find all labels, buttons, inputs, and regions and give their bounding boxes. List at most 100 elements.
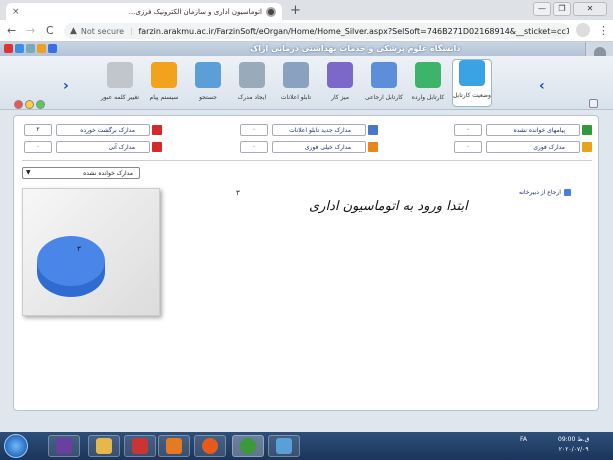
document-filter-select[interactable]: مدارک خوانده نشده ▼ bbox=[22, 167, 140, 179]
board-icon bbox=[368, 125, 378, 135]
desk-grid-icon bbox=[327, 62, 353, 88]
toolbar-label: تابلو اعلانات bbox=[280, 94, 312, 101]
toolbar-item-inbox[interactable]: کارتابل وارده bbox=[408, 62, 448, 108]
menu-dots-icon[interactable]: ⋮ bbox=[598, 24, 609, 37]
forward-button[interactable]: → bbox=[26, 24, 35, 37]
stat-returned-docs[interactable]: مدارک برگشت خورده ۲ bbox=[24, 124, 162, 136]
divider: | bbox=[130, 27, 133, 35]
app-header: دانشگاه علوم پزشکی و خدمات بهداشتی درمان… bbox=[0, 42, 613, 56]
panel-settings-icon[interactable] bbox=[589, 99, 598, 108]
start-button[interactable] bbox=[4, 434, 28, 458]
stat-label: مدارک خیلی فوری bbox=[272, 141, 366, 153]
close-window-button[interactable]: ✕ bbox=[573, 2, 607, 16]
home-icon[interactable] bbox=[15, 44, 24, 53]
close-panel-icon[interactable] bbox=[14, 100, 23, 109]
toolbar-label: سیستم پیام bbox=[149, 94, 179, 101]
stats-row-1: پیامهای خوانده نشده ۰ مدارک جدید تابلو ا… bbox=[22, 124, 592, 136]
address-bar: ← → C ▲ Not secure | farzin.arakmu.ac.ir… bbox=[0, 20, 613, 42]
toolbar-item-search[interactable]: جستجو bbox=[188, 62, 228, 108]
stat-label: مدارک جدید تابلو اعلانات bbox=[272, 124, 366, 136]
minimize-panel-icon[interactable] bbox=[25, 100, 34, 109]
filter-selected-value: مدارک خوانده نشده bbox=[83, 169, 133, 177]
stat-label: مدارک فوری bbox=[486, 141, 580, 153]
stat-label: مدارک آنی bbox=[56, 141, 150, 153]
chevron-down-icon: ▼ bbox=[26, 169, 31, 176]
chart-title: ابتدا ورود به اتوماسیون اداری bbox=[309, 199, 468, 214]
taskbar-app-player[interactable] bbox=[158, 435, 190, 457]
language-indicator[interactable]: FA bbox=[520, 436, 527, 443]
paint-icon bbox=[276, 438, 292, 454]
toolbar-item-referral[interactable]: کارتابل ارجاعی bbox=[364, 62, 404, 108]
new-tab-button[interactable]: + bbox=[290, 3, 301, 18]
toolbar-item-cartable-status[interactable]: وضعیت کارتابل bbox=[452, 59, 492, 107]
toolbar-prev-arrow-icon[interactable]: ‹ bbox=[539, 78, 545, 94]
taskbar-app-office[interactable] bbox=[124, 435, 156, 457]
taskbar-app-firefox[interactable] bbox=[194, 435, 226, 457]
tab-close-icon[interactable]: × bbox=[12, 7, 20, 17]
toolbar-item-new-document[interactable]: ایجاد مدرک bbox=[232, 62, 272, 108]
users-icon[interactable] bbox=[26, 44, 35, 53]
pie-chart-box: ۳ bbox=[22, 188, 160, 316]
toolbar-label: ایجاد مدرک bbox=[237, 94, 267, 101]
toolbar-item-desk[interactable]: میز کار bbox=[320, 62, 360, 108]
stat-count: ۰ bbox=[454, 141, 482, 153]
browser-tab[interactable]: اتوماسیون اداری و سازمان الکترونیک فرزی.… bbox=[6, 3, 282, 20]
stat-count: ۰ bbox=[24, 141, 52, 153]
taskbar-app-paint[interactable] bbox=[268, 435, 300, 457]
stat-instant-docs[interactable]: مدارک آنی ۰ bbox=[24, 141, 162, 153]
taskbar-app-explorer[interactable] bbox=[88, 435, 120, 457]
minimize-button[interactable]: — bbox=[533, 2, 551, 16]
instant-doc-icon bbox=[152, 142, 162, 152]
bulletin-board-icon bbox=[283, 62, 309, 88]
power-icon[interactable] bbox=[4, 44, 13, 53]
office-icon bbox=[132, 438, 148, 454]
toolbar-item-bulletin[interactable]: تابلو اعلانات bbox=[276, 62, 316, 108]
url-omnibox[interactable]: ▲ Not secure | farzin.arakmu.ac.ir/Farzi… bbox=[64, 23, 569, 39]
clock-date: ۲۰۲۰/۰۷/۰۹ bbox=[558, 446, 589, 453]
clock-time: 09:00 ق.ظ bbox=[558, 436, 590, 443]
toolbar-label: میز کار bbox=[331, 94, 349, 101]
toolbar-label: کارتابل ارجاعی bbox=[365, 94, 403, 101]
back-button[interactable]: ← bbox=[7, 24, 16, 37]
divider bbox=[22, 160, 592, 161]
system-clock[interactable]: 09:00 ق.ظ ۲۰۲۰/۰۷/۰۹ bbox=[558, 435, 589, 455]
refresh-panel-icon[interactable] bbox=[36, 100, 45, 109]
stat-label: مدارک برگشت خورده bbox=[56, 124, 150, 136]
reload-button[interactable]: C bbox=[46, 24, 54, 37]
stat-very-urgent-docs[interactable]: مدارک خیلی فوری ۰ bbox=[240, 141, 378, 153]
not-secure-label: Not secure bbox=[80, 26, 125, 36]
play-icon bbox=[166, 438, 182, 454]
main-toolbar: ‹ › وضعیت کارتابل کارتابل وارده کارتابل … bbox=[0, 56, 613, 110]
inbox-tray-icon bbox=[415, 62, 441, 88]
warning-icon: ▲ bbox=[70, 26, 77, 36]
search-icon bbox=[195, 62, 221, 88]
taskbar-app-chrome[interactable] bbox=[232, 435, 264, 457]
help-icon[interactable] bbox=[48, 44, 57, 53]
chart-legend: ارجاع از دبیرخانه bbox=[519, 189, 571, 196]
chart-total-label: ۳ bbox=[236, 189, 240, 197]
urgent-doc-icon bbox=[582, 142, 592, 152]
url-text: farzin.arakmu.ac.ir/FarzinSoft/eOrgan/Ho… bbox=[138, 26, 569, 36]
stat-new-bulletin-docs[interactable]: مدارک جدید تابلو اعلانات ۰ bbox=[240, 124, 378, 136]
pie-slice-label: ۳ bbox=[77, 245, 81, 253]
pie-slice bbox=[37, 236, 105, 286]
profile-icon[interactable] bbox=[576, 23, 590, 37]
media-player-icon bbox=[56, 438, 72, 454]
browser-tab-bar: اتوماسیون اداری و سازمان الکترونیک فرزی.… bbox=[0, 0, 613, 20]
chrome-icon bbox=[240, 438, 256, 454]
return-arrow-icon bbox=[152, 125, 162, 135]
toolbar-next-arrow-icon[interactable]: › bbox=[63, 78, 69, 94]
stat-label: پیامهای خوانده نشده bbox=[486, 124, 580, 136]
toolbar-item-change-password[interactable]: تغییر کلمه عبور bbox=[100, 62, 140, 108]
toolbar-label: تغییر کلمه عبور bbox=[100, 94, 140, 101]
stat-unread-messages[interactable]: پیامهای خوانده نشده ۰ bbox=[454, 124, 592, 136]
maximize-button[interactable]: ❐ bbox=[553, 2, 571, 16]
chrome-favicon-icon bbox=[266, 6, 276, 17]
folder-icon bbox=[96, 438, 112, 454]
stat-count: ۰ bbox=[454, 124, 482, 136]
settings-icon[interactable] bbox=[37, 44, 46, 53]
toolbar-item-messages[interactable]: سیستم پیام bbox=[144, 62, 184, 108]
stat-urgent-docs[interactable]: مدارک فوری ۰ bbox=[454, 141, 592, 153]
toolbar-label: کارتابل وارده bbox=[411, 94, 445, 101]
taskbar-app-media[interactable] bbox=[48, 435, 80, 457]
